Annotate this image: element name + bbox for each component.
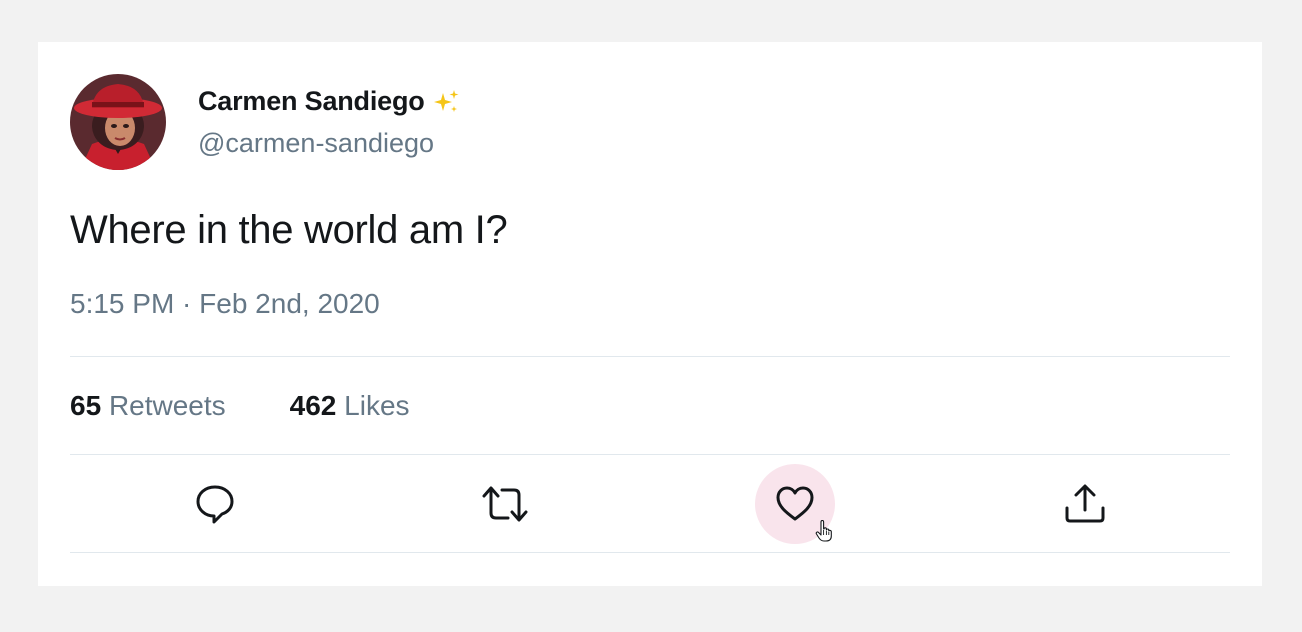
tweet-actions [70,464,1230,544]
author-display-name[interactable]: Carmen Sandiego [198,86,425,117]
retweets-stat[interactable]: 65 Retweets [70,390,226,422]
author-name-row: Carmen Sandiego [198,86,461,117]
speech-bubble-icon [196,485,234,524]
divider [70,356,1230,357]
share-button[interactable] [1045,464,1125,544]
likes-count: 462 [289,390,337,421]
share-icon [1065,484,1105,523]
retweets-count: 65 [70,390,102,421]
avatar[interactable] [70,74,166,170]
divider [70,454,1230,455]
retweet-button[interactable] [465,464,545,544]
hand-cursor-icon [815,520,832,542]
reply-button[interactable] [175,464,255,544]
sparkle-icon [431,87,461,117]
author-handle[interactable]: @carmen-sandiego [198,128,434,159]
retweet-icon [482,486,528,522]
tweet-timestamp[interactable]: 5:15 PM · Feb 2nd, 2020 [70,288,380,320]
divider [70,552,1230,553]
likes-label: Likes [344,390,410,421]
likes-stat[interactable]: 462 Likes [290,390,410,422]
tweet-card: Carmen Sandiego @carmen-sandiego Where i… [38,42,1262,586]
heart-icon [776,486,814,521]
tweet-stats: 65 Retweets 462 Likes [70,390,410,422]
tweet-text: Where in the world am I? [70,208,508,252]
retweets-label: Retweets [108,390,226,421]
